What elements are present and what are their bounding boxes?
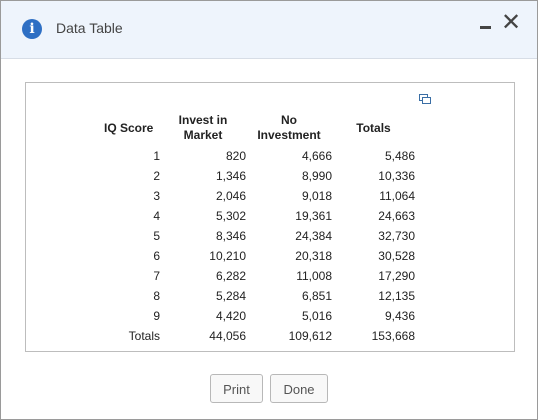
cell-iq: 8	[153, 289, 160, 303]
cell-no-investment: 19,361	[295, 209, 332, 223]
cell-iq: 3	[153, 189, 160, 203]
cell-invest: 6,282	[215, 269, 246, 283]
close-icon[interactable]: ✕	[500, 9, 522, 35]
header-iq-score: IQ Score	[104, 120, 154, 135]
table-row: 7 6,282 11,008 17,290	[104, 266, 415, 286]
header-invest-in-market: Invest in Market	[178, 113, 228, 142]
cell-invest: 820	[225, 149, 246, 163]
cell-invest: 44,056	[209, 329, 246, 343]
done-button[interactable]: Done	[270, 374, 328, 403]
table-row: Totals 44,056 109,612 153,668	[104, 326, 415, 346]
print-button[interactable]: Print	[210, 374, 263, 403]
table-row: 5 8,346 24,384 32,730	[104, 226, 415, 246]
table-header-row: IQ Score Invest in Market No Investment To…	[104, 110, 415, 146]
cell-invest: 4,420	[215, 309, 246, 323]
table-row: 1 820 4,666 5,486	[104, 146, 415, 166]
cell-iq: Totals	[128, 329, 160, 343]
data-table: IQ Score Invest in Market No Investment To…	[104, 110, 415, 346]
cell-total: 11,064	[379, 189, 415, 203]
cell-iq: 7	[153, 269, 160, 283]
cell-total: 17,290	[378, 269, 415, 283]
info-icon: i	[22, 19, 42, 39]
table-row: 4 5,302 19,361 24,663	[104, 206, 415, 226]
cell-no-investment: 6,851	[301, 289, 332, 303]
cell-no-investment: 4,666	[301, 149, 332, 163]
cell-invest: 1,346	[215, 169, 246, 183]
table-row: 3 2,046 9,018 11,064	[104, 186, 415, 206]
cell-total: 153,668	[371, 329, 415, 343]
cell-total: 12,135	[378, 289, 415, 303]
cell-total: 9,436	[384, 309, 415, 323]
cell-total: 32,730	[378, 229, 415, 243]
dialog-titlebar: i Data Table ✕	[1, 1, 537, 59]
header-no-investment: No Investment	[257, 113, 321, 142]
cell-invest: 5,284	[215, 289, 246, 303]
cell-iq: 1	[153, 149, 160, 163]
header-totals: Totals	[356, 120, 391, 135]
cell-invest: 10,210	[209, 249, 246, 263]
cell-iq: 4	[153, 209, 160, 223]
minimize-icon[interactable]	[478, 16, 494, 32]
table-row: 6 10,210 20,318 30,528	[104, 246, 415, 266]
expand-icon[interactable]	[419, 94, 431, 104]
table-row: 2 1,346 8,990 10,336	[104, 166, 415, 186]
cell-total: 24,663	[378, 209, 415, 223]
cell-invest: 2,046	[215, 189, 246, 203]
cell-total: 10,336	[378, 169, 415, 183]
cell-total: 5,486	[384, 149, 415, 163]
cell-no-investment: 109,612	[288, 329, 332, 343]
cell-no-investment: 11,008	[296, 269, 332, 283]
cell-iq: 5	[153, 229, 160, 243]
cell-invest: 8,346	[215, 229, 246, 243]
cell-no-investment: 9,018	[301, 189, 332, 203]
cell-no-investment: 24,384	[295, 229, 332, 243]
data-table-dialog: i Data Table ✕ IQ Score Invest in Market …	[0, 0, 538, 420]
table-row: 8 5,284 6,851 12,135	[104, 286, 415, 306]
table-row: 9 4,420 5,016 9,436	[104, 306, 415, 326]
cell-iq: 2	[153, 169, 160, 183]
cell-invest: 5,302	[215, 209, 246, 223]
cell-no-investment: 8,990	[301, 169, 332, 183]
cell-no-investment: 20,318	[295, 249, 332, 263]
cell-iq: 6	[153, 249, 160, 263]
cell-iq: 9	[153, 309, 160, 323]
dialog-title: Data Table	[56, 20, 123, 36]
cell-no-investment: 5,016	[301, 309, 332, 323]
table-panel: IQ Score Invest in Market No Investment To…	[25, 82, 515, 352]
cell-total: 30,528	[378, 249, 415, 263]
